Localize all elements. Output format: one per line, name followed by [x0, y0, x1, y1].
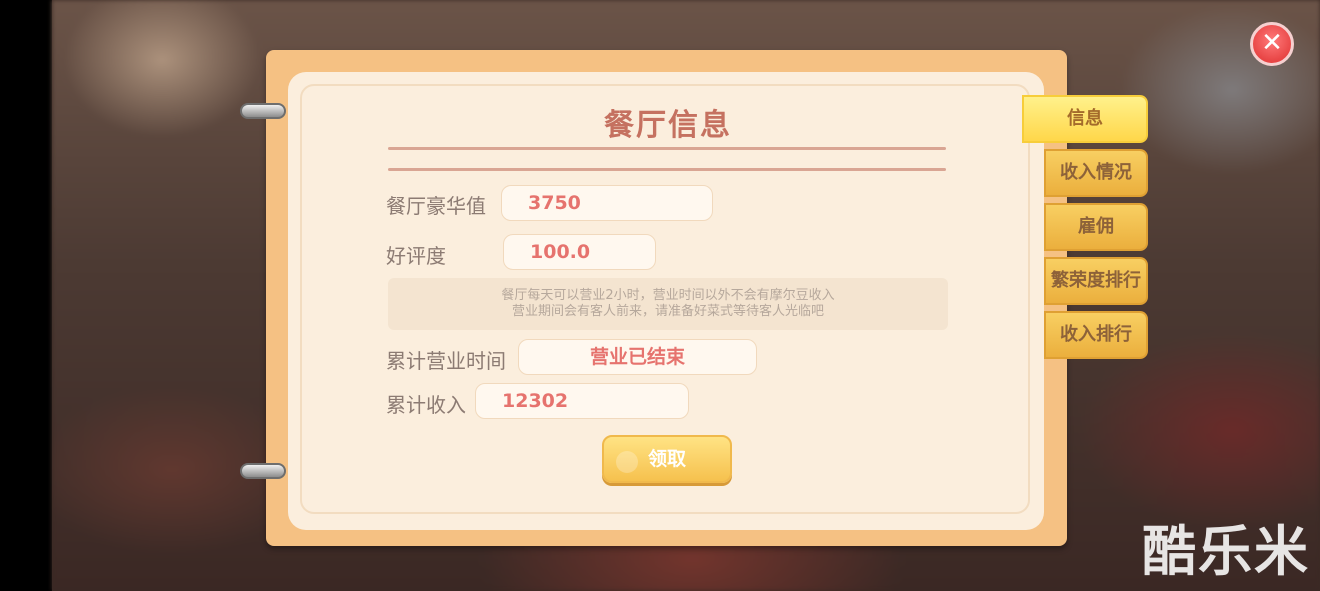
rating-label: 好评度: [386, 244, 446, 268]
rating-value: 100.0: [503, 234, 656, 270]
notice-line-2: 营业期间会有客人前来，请准备好菜式等待客人光临吧: [511, 304, 824, 319]
claim-button-label: 领取: [647, 448, 686, 470]
tab-income-status[interactable]: 收入情况: [1044, 149, 1148, 197]
tab-income-ranking[interactable]: 收入排行: [1044, 311, 1148, 359]
business-time-label: 累计营业时间: [386, 349, 506, 373]
dialog-title: 餐厅信息: [604, 108, 732, 143]
binder-ring-top: [240, 103, 286, 119]
close-icon: ✕: [1261, 28, 1283, 58]
binder-ring-bottom: [240, 463, 286, 479]
close-button[interactable]: ✕: [1250, 22, 1294, 66]
tab-prosperity-ranking[interactable]: 繁荣度排行: [1044, 257, 1148, 305]
letterbox-bar: [0, 0, 52, 591]
notice-line-1: 餐厅每天可以营业2小时，营业时间以外不会有摩尔豆收入: [501, 288, 835, 303]
income-label: 累计收入: [386, 393, 466, 417]
smiley-icon: [616, 451, 638, 473]
business-notice: 餐厅每天可以营业2小时，营业时间以外不会有摩尔豆收入 营业期间会有客人前来，请准…: [388, 278, 948, 330]
tab-hire[interactable]: 雇佣: [1044, 203, 1148, 251]
claim-button[interactable]: 领取: [602, 435, 732, 483]
income-value: 12302: [475, 383, 689, 419]
title-divider-bottom: [388, 168, 946, 171]
luxury-value: 3750: [501, 185, 713, 221]
tab-info[interactable]: 信息: [1022, 95, 1148, 143]
business-time-value: 营业已结束: [518, 339, 757, 375]
title-divider-top: [388, 147, 946, 150]
watermark: 酷乐米: [1142, 520, 1310, 583]
luxury-label: 餐厅豪华值: [386, 194, 486, 218]
